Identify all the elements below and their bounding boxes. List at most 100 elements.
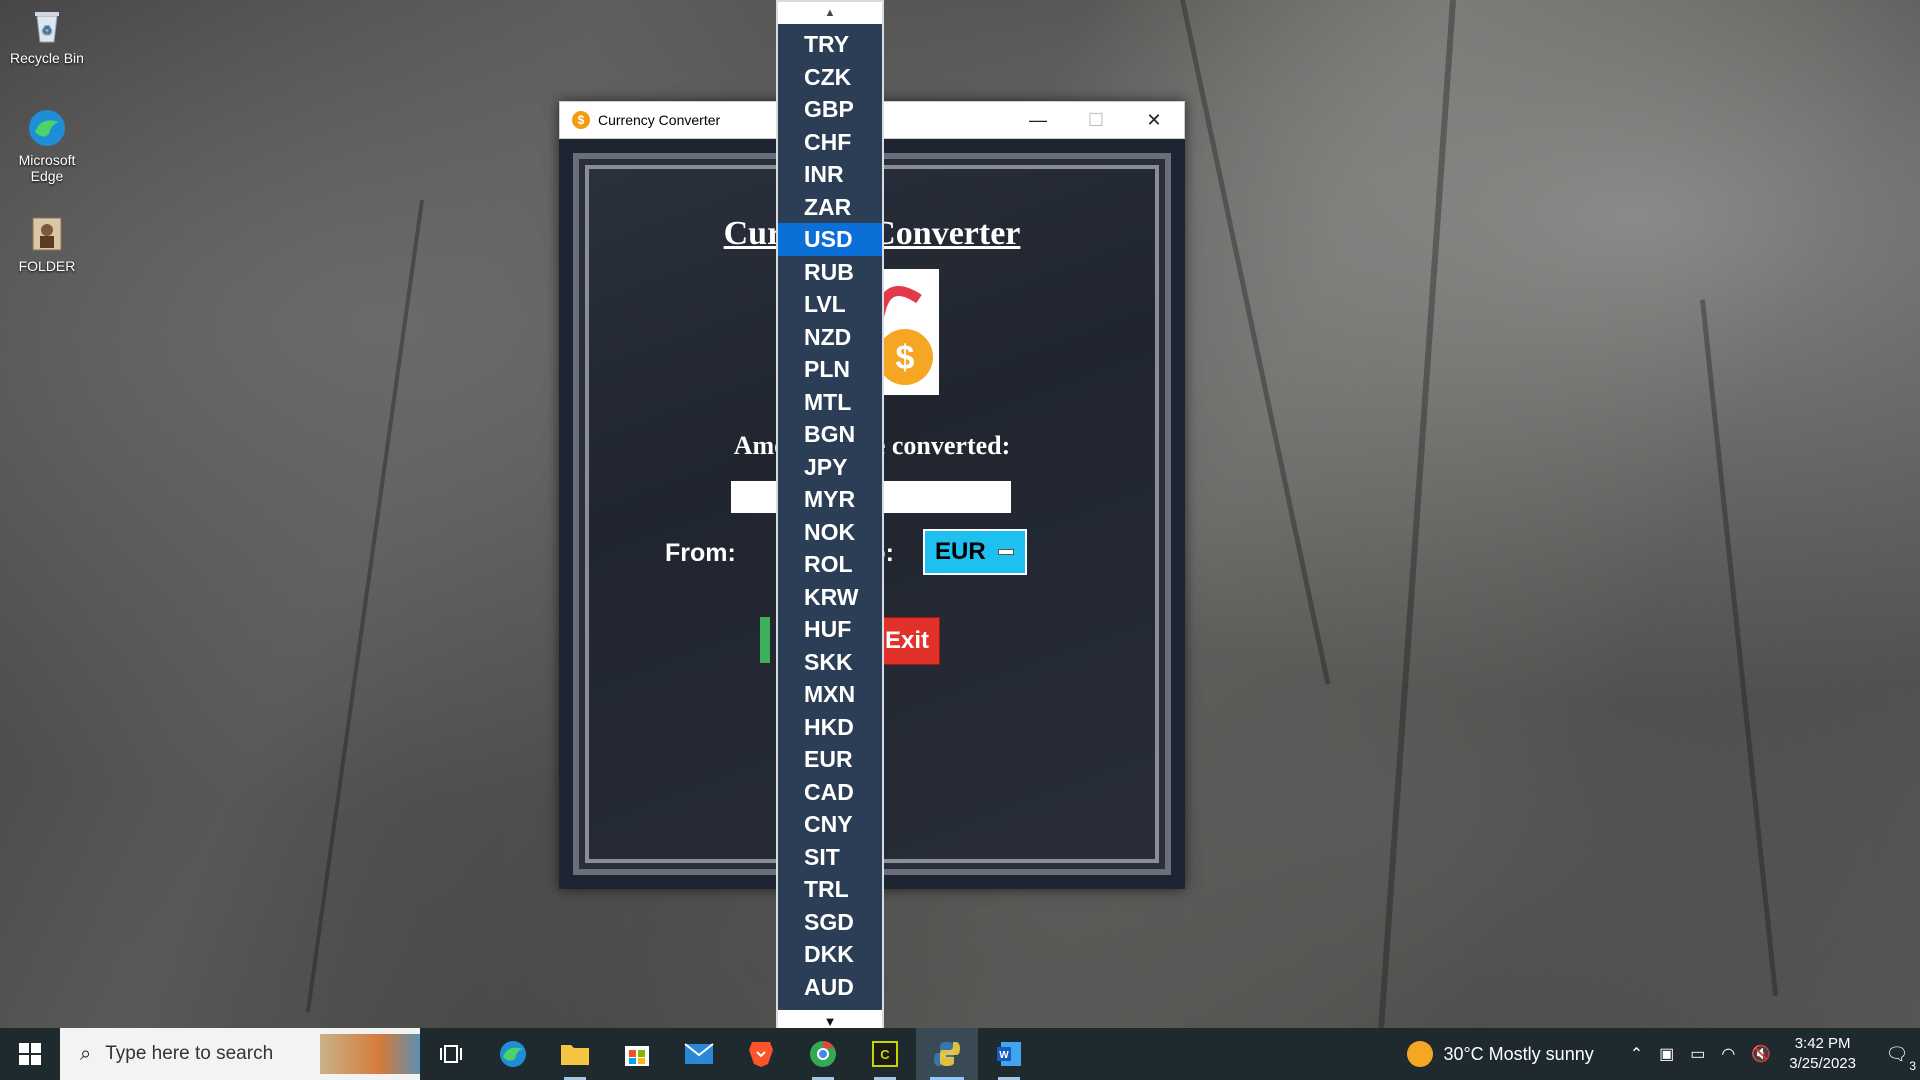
weather-text[interactable]: 30°C Mostly sunny — [1443, 1044, 1593, 1065]
wallpaper-crack — [1700, 299, 1779, 997]
currency-option[interactable]: LVL — [778, 288, 882, 321]
desktop-icon-recycle-bin[interactable]: ♻ Recycle Bin — [6, 6, 88, 66]
clock-time: 3:42 PM — [1794, 1035, 1851, 1052]
svg-text:W: W — [999, 1050, 1009, 1061]
taskbar-search[interactable]: ⌕ Type here to search — [60, 1028, 420, 1080]
currency-option[interactable]: HKD — [778, 711, 882, 744]
search-highlight-image — [320, 1034, 420, 1074]
currency-option[interactable]: MXN — [778, 678, 882, 711]
wallpaper-crack — [1180, 0, 1331, 685]
currency-option[interactable]: USD — [778, 223, 882, 256]
minimize-button[interactable]: — — [1009, 101, 1067, 139]
currency-option[interactable]: TRL — [778, 873, 882, 906]
option-menu-indicator-icon — [997, 549, 1014, 555]
currency-option[interactable]: MTL — [778, 386, 882, 419]
taskbar-python[interactable] — [916, 1028, 978, 1080]
currency-option[interactable]: ROL — [778, 548, 882, 581]
currency-option[interactable]: JPY — [778, 451, 882, 484]
show-hidden-icons-chevron-icon[interactable]: ⌃ — [1630, 1044, 1643, 1064]
scroll-up-arrow-icon[interactable]: ▲ — [778, 2, 882, 24]
edge-icon — [500, 1041, 526, 1067]
search-icon: ⌕ — [80, 1042, 92, 1065]
currency-option[interactable]: BGN — [778, 418, 882, 451]
currency-option[interactable]: KRW — [778, 581, 882, 614]
clock[interactable]: 3:42 PM 3/25/2023 — [1789, 1034, 1856, 1074]
currency-option[interactable]: SIT — [778, 841, 882, 874]
currency-option[interactable]: CNY — [778, 808, 882, 841]
svg-text:$: $ — [896, 339, 915, 377]
currency-option[interactable]: NOK — [778, 516, 882, 549]
close-button[interactable]: ✕ — [1125, 101, 1183, 139]
search-placeholder: Type here to search — [105, 1043, 274, 1064]
taskbar-mail[interactable] — [668, 1028, 730, 1080]
currency-option[interactable]: TRY — [778, 28, 882, 61]
wallpaper-crack — [1378, 0, 1456, 1028]
convert-button[interactable] — [760, 617, 770, 663]
currency-option[interactable]: CAD — [778, 776, 882, 809]
notification-count: 3 — [1909, 1058, 1916, 1073]
notification-icon: 🗨 — [1885, 1043, 1909, 1064]
desktop-icon-folder[interactable]: FOLDER — [6, 214, 88, 274]
svg-text:C: C — [880, 1047, 890, 1062]
currency-option[interactable]: HUF — [778, 613, 882, 646]
word-icon: W — [997, 1042, 1021, 1066]
currency-option[interactable]: CZK — [778, 61, 882, 94]
clock-date: 3/25/2023 — [1789, 1055, 1856, 1072]
taskbar: ⌕ Type here to search C W 30°C Mostly su… — [0, 1028, 1920, 1080]
taskbar-edge[interactable] — [482, 1028, 544, 1080]
currency-option[interactable]: NZD — [778, 321, 882, 354]
windows-logo-icon — [19, 1043, 41, 1065]
maximize-button[interactable]: ☐ — [1067, 101, 1125, 139]
folder-icon — [27, 214, 67, 254]
battery-icon[interactable]: ▭ — [1690, 1044, 1705, 1064]
currency-option[interactable]: PLN — [778, 353, 882, 386]
taskbar-word[interactable]: W — [978, 1028, 1040, 1080]
store-icon — [625, 1046, 649, 1066]
dollar-coin-icon: $ — [572, 111, 590, 129]
taskbar-store[interactable] — [606, 1028, 668, 1080]
recycle-bin-icon: ♻ — [27, 6, 67, 46]
from-currency-dropdown[interactable]: ▲ TRY CZK GBP CHF INR ZAR USD RUB LVL NZD PLN MTL BG… — [776, 0, 884, 1034]
to-currency-select[interactable]: EUR — [923, 529, 1027, 575]
window-title: Currency Converter — [598, 112, 721, 128]
desktop-icon-label: Recycle Bin — [10, 50, 84, 66]
brave-lion-icon — [749, 1042, 773, 1067]
taskbar-chrome[interactable] — [792, 1028, 854, 1080]
python-icon — [934, 1042, 960, 1066]
to-currency-value: EUR — [935, 538, 986, 565]
volume-muted-icon[interactable]: 🔇 — [1751, 1044, 1771, 1064]
currency-option[interactable]: DKK — [778, 938, 882, 971]
wallpaper-crack — [305, 200, 424, 1013]
edge-icon — [27, 108, 67, 148]
currency-option[interactable]: EUR — [778, 743, 882, 776]
from-label: From: — [665, 539, 736, 567]
mail-icon — [684, 1043, 714, 1064]
system-tray: 30°C Mostly sunny ⌃ ▣ ▭ ◠ 🔇 3:42 PM 3/25… — [1407, 1028, 1920, 1080]
code-editor-icon: C — [872, 1041, 898, 1067]
currency-option[interactable]: SGD — [778, 906, 882, 939]
desktop-icon-label: FOLDER — [18, 258, 76, 274]
taskbar-code-editor[interactable]: C — [854, 1028, 916, 1080]
meet-now-icon[interactable]: ▣ — [1659, 1044, 1674, 1064]
currency-option-list: TRY CZK GBP CHF INR ZAR USD RUB LVL NZD PLN MTL BGN J… — [778, 24, 882, 1036]
currency-option[interactable]: RUB — [778, 256, 882, 289]
chrome-icon — [810, 1041, 836, 1067]
weather-sun-icon[interactable] — [1407, 1041, 1434, 1067]
taskbar-brave[interactable] — [730, 1028, 792, 1080]
folder-icon — [561, 1045, 589, 1065]
currency-option[interactable]: SKK — [778, 646, 882, 679]
start-button[interactable] — [0, 1028, 60, 1080]
task-view-icon — [440, 1045, 462, 1063]
notification-center-button[interactable]: 🗨 3 — [1874, 1043, 1920, 1073]
currency-option[interactable]: CHF — [778, 126, 882, 159]
taskbar-file-explorer[interactable] — [544, 1028, 606, 1080]
desktop-icon-edge[interactable]: Microsoft Edge — [6, 108, 88, 184]
currency-option[interactable]: MYR — [778, 483, 882, 516]
wifi-icon[interactable]: ◠ — [1721, 1044, 1735, 1064]
currency-option[interactable]: GBP — [778, 93, 882, 126]
svg-text:♻: ♻ — [42, 23, 53, 37]
currency-option[interactable]: INR — [778, 158, 882, 191]
currency-option[interactable]: AUD — [778, 971, 882, 1004]
task-view-button[interactable] — [420, 1028, 482, 1080]
currency-option[interactable]: ZAR — [778, 191, 882, 224]
